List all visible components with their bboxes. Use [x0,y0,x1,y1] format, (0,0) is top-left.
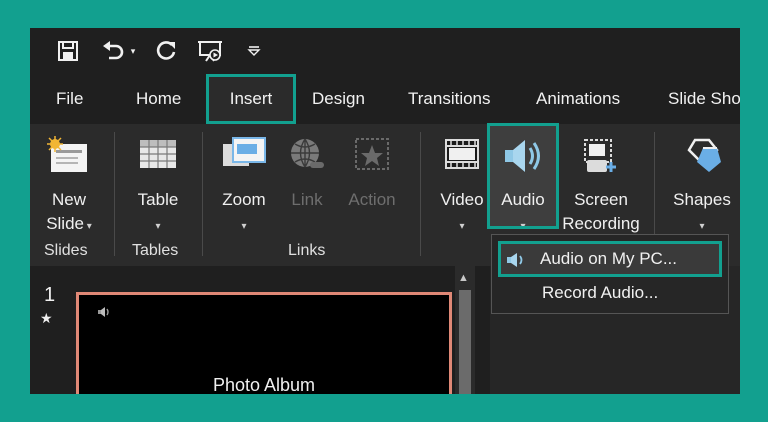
speaker-icon [506,243,526,275]
speaker-icon [501,136,545,181]
zoom-button[interactable]: Zoom ▾ [214,124,274,238]
new-slide-button[interactable]: New Slide ▾ [34,124,104,238]
tab-design[interactable]: Design [312,74,365,124]
group-separator [202,132,203,256]
action-star-icon [353,136,391,177]
group-label-slides: Slides [44,242,88,259]
tab-transitions[interactable]: Transitions [408,74,491,124]
shapes-icon [681,136,723,181]
video-label: Video ▾ [440,190,484,232]
from-beginning-icon[interactable] [196,36,226,66]
slide-number: 1 [44,284,56,306]
audio-button[interactable]: Audio ▾ [490,124,556,232]
zoom-label: Zoom ▾ [222,190,266,232]
action-label: Action [348,190,396,209]
slide-thumbnail[interactable]: Photo Album [76,292,452,394]
zoom-icon [221,136,267,177]
record-audio-label: Record Audio... [542,283,659,302]
quick-access-toolbar: ▾ [30,28,740,74]
link-button: Link [282,124,332,238]
shapes-button[interactable]: Shapes ▾ [664,124,740,238]
undo-icon[interactable] [100,36,126,66]
customize-qat-icon[interactable] [244,36,264,66]
audio-on-my-pc-item[interactable]: Audio on My PC... [500,243,720,275]
scroll-up-arrow-icon[interactable]: ▲ [458,272,469,284]
link-label: Link [291,190,323,209]
table-label: Table ▾ [137,190,179,232]
powerpoint-window: ▾ File Home Insert Design Transitions An… [30,28,740,394]
audio-dropdown-menu: Audio on My PC... Record Audio... [491,234,729,314]
group-label-links: Links [288,242,326,259]
slide-thumbnails-panel: 1 ★ Photo Album ▲ [30,266,490,394]
new-slide-label: New Slide ▾ [46,190,92,233]
record-audio-item[interactable]: Record Audio... [500,277,720,309]
video-icon [443,136,481,177]
speaker-icon [97,305,113,324]
video-button[interactable]: Video ▾ [434,124,490,238]
slide-animation-star-icon: ★ [40,310,53,326]
table-button[interactable]: Table ▾ [126,124,190,238]
audio-on-my-pc-label: Audio on My PC... [540,249,678,268]
shapes-label: Shapes ▾ [673,190,731,232]
screen-recording-icon [581,136,621,181]
tab-insert[interactable]: Insert [206,74,296,124]
tab-file[interactable]: File [56,74,83,124]
group-separator [114,132,115,256]
redo-icon[interactable] [154,36,180,66]
tab-home[interactable]: Home [136,74,181,124]
tab-slide-show[interactable]: Slide Sho [668,74,740,124]
link-icon [288,136,326,179]
slide-thumbnail-title: Photo Album [212,375,316,394]
screen-recording-label: Screen Recording [562,190,640,233]
scrollbar-thumb[interactable] [459,290,471,394]
ribbon-tabs: File Home Insert Design Transitions Anim… [30,74,740,124]
group-separator [420,132,421,256]
new-slide-icon [47,136,91,181]
screen-recording-button[interactable]: Screen Recording [558,124,644,238]
group-label-tables: Tables [132,242,179,259]
save-icon[interactable] [54,36,82,66]
tab-animations[interactable]: Animations [536,74,620,124]
audio-label: Audio ▾ [501,190,545,232]
action-button: Action [342,124,402,238]
undo-dropdown-icon[interactable]: ▾ [126,36,140,66]
table-icon [138,136,178,177]
